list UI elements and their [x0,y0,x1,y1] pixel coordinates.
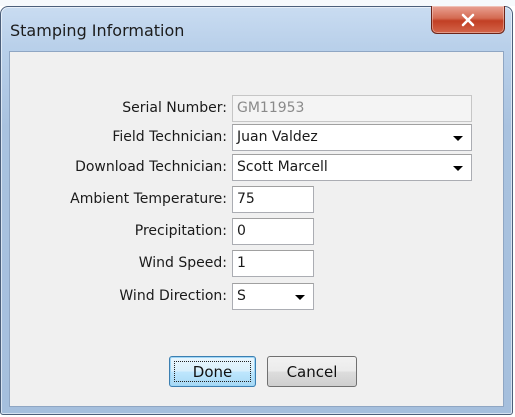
precipitation-value: 0 [237,223,246,239]
done-button[interactable]: Done [169,356,256,387]
serial-number-field: GM11953 [232,95,472,122]
chevron-down-icon [453,136,463,141]
serial-number-row: Serial Number: GM11953 [10,95,503,122]
chevron-down-icon [295,295,305,300]
wind-direction-value: S [237,288,246,304]
field-technician-dropdown[interactable]: Juan Valdez [232,124,472,151]
field-technician-label: Field Technician: [112,129,227,145]
wind-speed-row: Wind Speed: 1 [10,250,503,277]
wind-direction-dropdown[interactable]: S [232,283,314,310]
download-technician-row: Download Technician: Scott Marcell [10,154,503,181]
download-technician-value: Scott Marcell [237,159,328,175]
chevron-down-icon [453,166,463,171]
dialog-window: Stamping Information Serial Number: GM11… [0,6,513,415]
precipitation-input[interactable]: 0 [232,218,314,245]
serial-number-value: GM11953 [237,100,305,116]
ambient-temperature-input[interactable]: 75 [232,186,314,213]
wind-direction-label: Wind Direction: [119,288,227,304]
field-technician-value: Juan Valdez [237,129,318,145]
download-technician-label: Download Technician: [75,159,227,175]
wind-direction-row: Wind Direction: S [10,283,503,310]
window-title: Stamping Information [10,21,185,40]
download-technician-dropdown[interactable]: Scott Marcell [232,154,472,181]
ambient-temperature-value: 75 [237,191,255,207]
title-bar[interactable]: Stamping Information [1,6,512,51]
serial-number-label: Serial Number: [122,100,227,116]
dialog-content: Serial Number: GM11953 Field Technician:… [9,51,504,407]
wind-speed-label: Wind Speed: [138,255,227,271]
ambient-temperature-label: Ambient Temperature: [70,191,227,207]
cancel-button[interactable]: Cancel [267,356,357,387]
wind-speed-value: 1 [237,255,246,271]
precipitation-row: Precipitation: 0 [10,218,503,245]
precipitation-label: Precipitation: [134,223,227,239]
cancel-label: Cancel [286,362,338,381]
ambient-temperature-row: Ambient Temperature: 75 [10,186,503,213]
close-icon [461,13,475,26]
wind-speed-input[interactable]: 1 [232,250,314,277]
focus-ring [174,361,251,382]
close-button[interactable] [431,6,505,34]
field-technician-row: Field Technician: Juan Valdez [10,124,503,151]
